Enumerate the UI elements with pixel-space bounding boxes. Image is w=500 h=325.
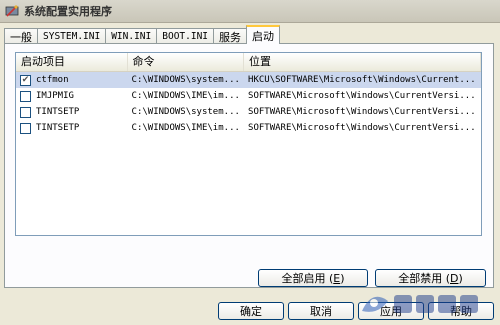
startup-checkbox[interactable] [20,106,31,118]
tab-boot-ini[interactable]: BOOT.INI [156,28,215,44]
startup-checkbox[interactable] [20,90,31,102]
startup-row[interactable]: ✔ ctfmon C:\WINDOWS\system... HKCU\SOFTW… [16,72,481,88]
startup-row[interactable]: TINTSETP C:\WINDOWS\IME\im... SOFTWARE\M… [16,120,481,136]
list-header: 启动项目 命令 位置 [16,53,481,72]
button-label: 全部启用 ( [281,272,334,285]
command-cell: C:\WINDOWS\system... [131,75,240,85]
enable-all-button[interactable]: 全部启用 (E) [258,269,368,287]
item-cell: IMJPMIG [16,90,128,102]
help-button[interactable]: 帮助 [428,302,494,320]
title-bar[interactable]: 系统配置实用程序 [0,0,500,23]
item-name: IMJPMIG [36,91,74,101]
tab-label: 启动 [252,29,275,43]
tab-strip: 一般 SYSTEM.INI WIN.INI BOOT.INI 服务 启动 [4,25,281,44]
tab-system-ini[interactable]: SYSTEM.INI [37,28,107,44]
command-cell: C:\WINDOWS\IME\im... [131,91,240,101]
startup-checkbox[interactable]: ✔ [20,74,31,86]
tab-services[interactable]: 服务 [213,28,248,44]
column-header-item[interactable]: 启动项目 [16,53,128,71]
button-label: 全部禁用 ( [398,272,450,285]
tab-win-ini[interactable]: WIN.INI [105,28,158,44]
window-title: 系统配置实用程序 [24,5,112,18]
tab-label: SYSTEM.INI [43,31,101,42]
tab-startup[interactable]: 启动 [246,25,281,44]
item-cell: ✔ ctfmon [16,74,128,86]
apply-button[interactable]: 应用 [358,302,424,320]
tab-general[interactable]: 一般 [4,28,38,44]
command-cell: C:\WINDOWS\IME\im... [131,123,240,133]
location-cell: SOFTWARE\Microsoft\Windows\CurrentVersi.… [248,107,476,117]
item-name: TINTSETP [36,107,80,117]
item-cell: TINTSETP [16,122,128,134]
startup-row[interactable]: TINTSETP C:\WINDOWS\system... SOFTWARE\M… [16,104,481,120]
cancel-button[interactable]: 取消 [288,302,354,320]
location-cell: SOFTWARE\Microsoft\Windows\CurrentVersi.… [248,123,476,133]
column-header-command[interactable]: 命令 [128,53,245,71]
button-label-close: ) [458,271,463,285]
disable-all-button[interactable]: 全部禁用 (D) [375,269,486,287]
startup-row[interactable]: IMJPMIG C:\WINDOWS\IME\im... SOFTWARE\Mi… [16,88,481,104]
tab-label: WIN.INI [111,31,152,42]
button-accelerator: D [450,271,459,285]
item-name: TINTSETP [36,123,80,133]
startup-list[interactable]: 启动项目 命令 位置 ✔ ctfmon C:\WINDOWS\system...… [15,52,482,236]
item-cell: TINTSETP [16,106,128,118]
button-label-close: ) [340,271,345,285]
button-accelerator: E [333,271,341,285]
tab-label: BOOT.INI [162,31,209,42]
startup-panel: 启动项目 命令 位置 ✔ ctfmon C:\WINDOWS\system...… [4,43,494,288]
msconfig-window: 系统配置实用程序 一般 SYSTEM.INI WIN.INI BOOT.INI … [0,0,500,325]
location-cell: SOFTWARE\Microsoft\Windows\CurrentVersi.… [248,91,476,101]
startup-checkbox[interactable] [20,122,31,134]
command-cell: C:\WINDOWS\system... [131,107,240,117]
column-header-location[interactable]: 位置 [244,53,481,71]
ok-button[interactable]: 确定 [218,302,284,320]
item-name: ctfmon [36,75,69,85]
location-cell: HKCU\SOFTWARE\Microsoft\Windows\Current.… [248,75,476,85]
msconfig-icon [5,4,19,18]
